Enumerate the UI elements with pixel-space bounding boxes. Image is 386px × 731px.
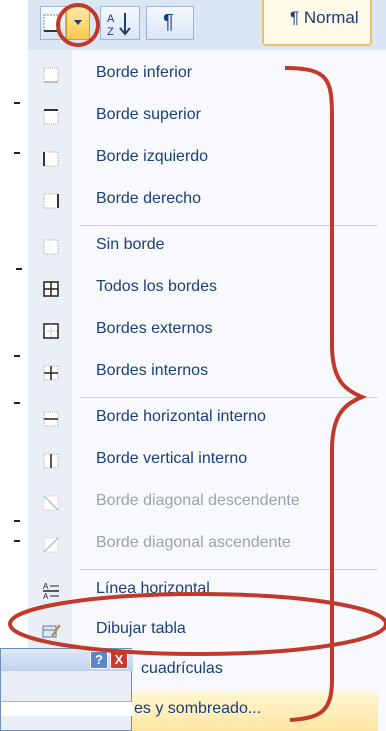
menu-item-label: Dibujar tabla — [96, 620, 186, 637]
menu-item-borde-horizontal-interno[interactable]: Borde horizontal interno — [28, 399, 378, 439]
menu-separator — [80, 569, 378, 570]
draw-table-icon — [42, 624, 61, 638]
borders-button[interactable] — [40, 6, 66, 40]
sort-button[interactable]: A Z — [100, 6, 140, 40]
document-text-fragment — [14, 540, 20, 542]
sort-az-icon: A Z — [107, 13, 131, 38]
document-text-fragment — [14, 102, 20, 104]
menu-item-label: es y sombreado... — [134, 700, 262, 717]
no-border-icon — [43, 239, 59, 255]
menu-item-label: Borde derecho — [96, 190, 201, 207]
inside-horizontal-border-icon — [43, 411, 59, 427]
menu-item-label: Borde superior — [96, 106, 201, 123]
svg-text:A: A — [107, 13, 115, 25]
document-area — [0, 0, 30, 731]
document-text-fragment — [14, 355, 20, 357]
menu-item-label: Todos los bordes — [96, 278, 217, 295]
chevron-down-icon — [74, 20, 82, 25]
document-text-fragment — [14, 402, 20, 404]
menu-item-label: Borde inferior — [96, 64, 193, 81]
menu-item-label: Borde izquierdo — [96, 148, 209, 165]
border-left-icon — [43, 151, 59, 167]
border-bottom-icon — [43, 67, 59, 83]
menu-item-borde-diagonal-descendente[interactable]: Borde diagonal descendente — [28, 483, 378, 523]
close-button[interactable]: X — [110, 651, 128, 669]
menu-item-dibujar-tabla[interactable]: Dibujar tabla — [28, 611, 378, 651]
document-text-fragment — [16, 268, 22, 270]
menu-item-label: Borde diagonal descendente — [96, 492, 300, 509]
menu-item-label: Borde horizontal interno — [96, 408, 266, 425]
diagonal-up-border-icon — [43, 537, 59, 553]
menu-item-label: Bordes externos — [96, 320, 213, 337]
menu-separator — [80, 397, 378, 398]
svg-text:Z: Z — [107, 26, 114, 38]
document-text-fragment — [14, 152, 20, 154]
menu-item-todos-los-bordes[interactable]: Todos los bordes — [28, 269, 378, 309]
menu-item-borde-diagonal-ascendente[interactable]: Borde diagonal ascendente — [28, 525, 378, 565]
menu-item-label: Sin borde — [96, 236, 165, 253]
menu-item-borde-derecho[interactable]: Borde derecho — [28, 181, 378, 221]
menu-item-label: Bordes internos — [96, 362, 209, 379]
horizontal-line-icon: A A — [43, 582, 59, 601]
inside-vertical-border-icon — [43, 453, 59, 469]
menu-item-linea-horizontal[interactable]: A A Línea horizontal — [28, 571, 378, 611]
dialog-window: ? X — [0, 648, 133, 731]
menu-item-label: cuadrículas — [141, 660, 223, 677]
document-text-fragment — [14, 520, 20, 522]
style-normal-label: ¶ Normal — [290, 8, 359, 27]
svg-text:A: A — [43, 582, 49, 591]
inside-borders-icon — [43, 365, 59, 381]
borders-dropdown-button[interactable] — [66, 6, 90, 40]
border-top-icon — [43, 109, 59, 125]
help-button[interactable]: ? — [90, 651, 108, 669]
menu-item-label: Línea horizontal — [96, 580, 210, 597]
menu-item-borde-superior[interactable]: Borde superior — [28, 97, 378, 137]
menu-item-borde-inferior[interactable]: Borde inferior — [28, 55, 378, 95]
border-right-icon — [43, 193, 59, 209]
svg-text:A: A — [43, 592, 49, 601]
menu-item-label: Borde diagonal ascendente — [96, 534, 291, 551]
all-borders-icon — [43, 281, 59, 297]
menu-item-bordes-externos[interactable]: Bordes externos — [28, 311, 378, 351]
menu-item-bordes-internos[interactable]: Bordes internos — [28, 353, 378, 393]
menu-item-sin-borde[interactable]: Sin borde — [28, 227, 378, 267]
show-formatting-button[interactable]: ¶ — [146, 6, 194, 40]
outside-borders-icon — [43, 323, 59, 339]
dialog-field — [1, 701, 133, 716]
diagonal-down-border-icon — [43, 495, 59, 511]
pilcrow-icon: ¶ — [163, 11, 174, 33]
menu-item-label: Borde vertical interno — [96, 450, 248, 467]
border-icon — [43, 14, 61, 32]
menu-item-borde-vertical-interno[interactable]: Borde vertical interno — [28, 441, 378, 481]
menu-separator — [80, 225, 378, 226]
menu-item-borde-izquierdo[interactable]: Borde izquierdo — [28, 139, 378, 179]
